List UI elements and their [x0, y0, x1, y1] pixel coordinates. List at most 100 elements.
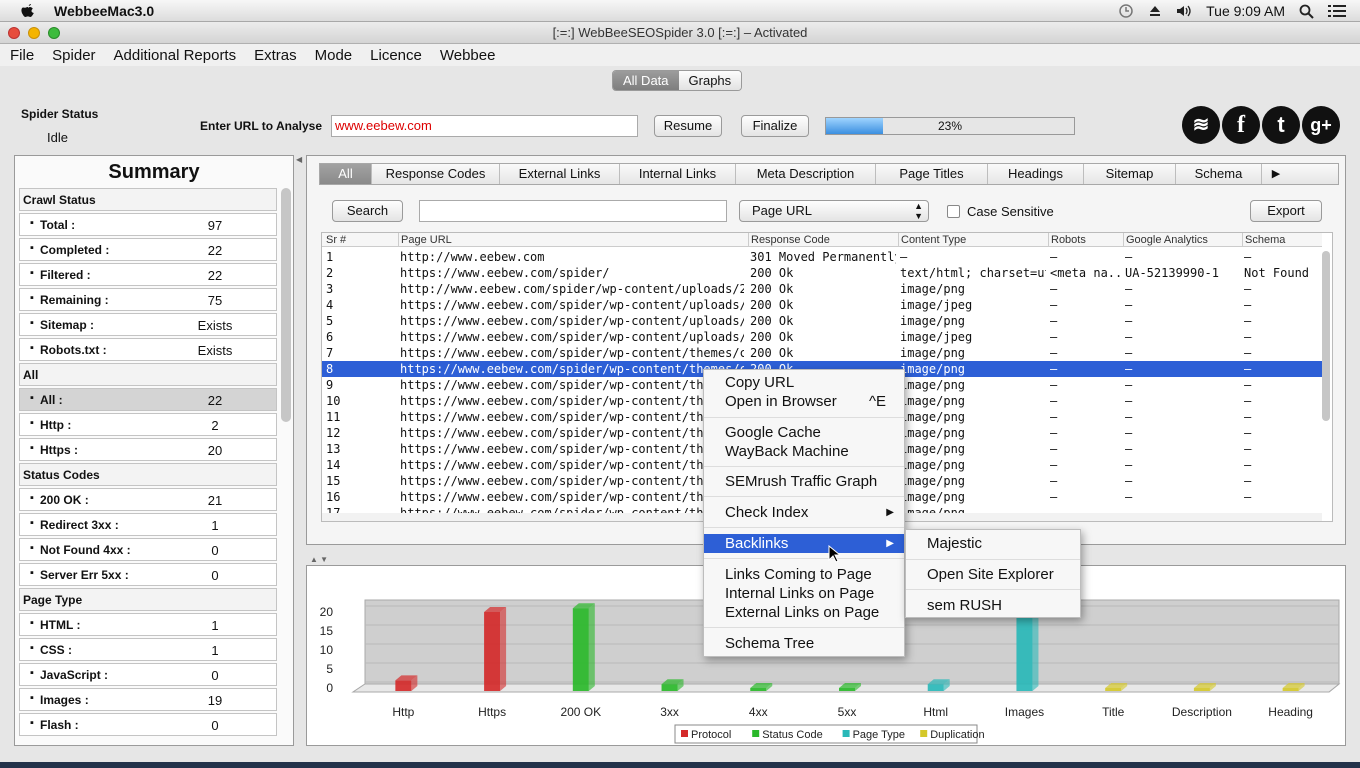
tabs-scroll-right-icon[interactable]: ▶	[1262, 164, 1290, 184]
wayback-machine-item[interactable]: WayBack Machine	[704, 442, 904, 461]
buffer-icon[interactable]: ≋	[1182, 106, 1220, 144]
summary-row[interactable]: Server Err 5xx : 0 ▪	[19, 563, 277, 586]
search-input[interactable]	[419, 200, 727, 222]
menu-extras[interactable]: Extras	[245, 47, 306, 64]
menu-licence[interactable]: Licence	[361, 47, 431, 64]
column-header[interactable]: Robots	[1048, 233, 1120, 247]
google-cache-item[interactable]: Google Cache	[704, 423, 904, 442]
apple-icon[interactable]	[20, 3, 36, 19]
summary-row[interactable]: JavaScript : 0 ▪	[19, 663, 277, 686]
search-button[interactable]: Search	[332, 200, 403, 222]
menu-webbee[interactable]: Webbee	[431, 47, 505, 64]
column-header[interactable]: Content Type	[898, 233, 1046, 247]
menu-file[interactable]: File	[0, 47, 43, 64]
summary-row[interactable]: Filtered : 22 ▪	[19, 263, 277, 286]
semrush-traffic-graph-item[interactable]: SEMrush Traffic Graph	[704, 472, 904, 491]
time-machine-icon[interactable]	[1118, 3, 1134, 19]
twitter-icon[interactable]: t	[1262, 106, 1300, 144]
eject-icon[interactable]	[1148, 4, 1162, 18]
summary-row-value: 19	[207, 693, 223, 708]
tab-all[interactable]: All	[320, 164, 372, 184]
summary-section-header[interactable]: All	[19, 363, 277, 386]
tab-internal-links[interactable]: Internal Links	[620, 164, 736, 184]
bullet-icon: ▪	[30, 417, 34, 429]
table-row[interactable]: 7 https://www.eebew.com/spider/wp-content…	[322, 345, 1322, 361]
resume-button[interactable]: Resume	[654, 115, 722, 137]
context-menu: Copy URL Open in Browser ^E Google Cache …	[703, 369, 905, 657]
menu-additional-reports[interactable]: Additional Reports	[105, 47, 246, 64]
summary-row[interactable]: Http : 2 ▪	[19, 413, 277, 436]
summary-scrollbar[interactable]	[281, 188, 291, 422]
google-plus-icon[interactable]: g+	[1302, 106, 1340, 144]
copy-url-item[interactable]: Copy URL	[704, 373, 904, 392]
menu-spider[interactable]: Spider	[43, 47, 104, 64]
column-header[interactable]: Google Analytics	[1123, 233, 1239, 247]
links-coming-to-page-item[interactable]: Links Coming to Page	[704, 565, 904, 584]
table-row[interactable]: 4 https://www.eebew.com/spider/wp-content…	[322, 297, 1322, 313]
tab-meta-description[interactable]: Meta Description	[736, 164, 876, 184]
all-data-toggle[interactable]: All Data	[613, 71, 679, 90]
search-field-dropdown[interactable]: Page URL ▲ ▼	[739, 200, 929, 222]
tab-page-titles[interactable]: Page Titles	[876, 164, 988, 184]
column-header[interactable]: Schema	[1242, 233, 1322, 247]
url-input[interactable]: www.eebew.com	[331, 115, 638, 137]
clock-text[interactable]: Tue 9:09 AM	[1206, 3, 1285, 19]
summary-row[interactable]: HTML : 1 ▪	[19, 613, 277, 636]
summary-row[interactable]: Redirect 3xx : 1 ▪	[19, 513, 277, 536]
graphs-toggle[interactable]: Graphs	[678, 71, 742, 90]
summary-row[interactable]: Robots.txt : Exists ▪	[19, 338, 277, 361]
summary-row[interactable]: Total : 97 ▪	[19, 213, 277, 236]
summary-row[interactable]: Sitemap : Exists ▪	[19, 313, 277, 336]
summary-section-header[interactable]: Page Type	[19, 588, 277, 611]
backlinks-item[interactable]: Backlinks ▶	[704, 534, 904, 553]
summary-row[interactable]: Flash : 0 ▪	[19, 713, 277, 736]
notification-list-icon[interactable]	[1328, 4, 1346, 18]
summary-row[interactable]: Completed : 22 ▪	[19, 238, 277, 261]
summary-row[interactable]: Https : 20 ▪	[19, 438, 277, 461]
tab-headings[interactable]: Headings	[988, 164, 1084, 184]
summary-section-header[interactable]: Status Codes	[19, 463, 277, 486]
tab-response-codes[interactable]: Response Codes	[372, 164, 500, 184]
semrush-item[interactable]: sem RUSH	[906, 596, 1080, 615]
summary-row[interactable]: Not Found 4xx : 0 ▪	[19, 538, 277, 561]
table-row[interactable]: 5 https://www.eebew.com/spider/wp-content…	[322, 313, 1322, 329]
tab-sitemap[interactable]: Sitemap	[1084, 164, 1176, 184]
close-window-icon[interactable]	[8, 27, 20, 39]
facebook-icon[interactable]: f	[1222, 106, 1260, 144]
column-header[interactable]: Response Code	[748, 233, 896, 247]
summary-section-header[interactable]: Crawl Status	[19, 188, 277, 211]
finalize-button[interactable]: Finalize	[741, 115, 809, 137]
tab-external-links[interactable]: External Links	[500, 164, 620, 184]
search-field-value: Page URL	[752, 203, 812, 218]
divider-arrows-icon[interactable]: ▲ ▼	[310, 555, 328, 564]
table-row[interactable]: 6 https://www.eebew.com/spider/wp-content…	[322, 329, 1322, 345]
case-sensitive-checkbox[interactable]	[947, 205, 960, 218]
menu-mode[interactable]: Mode	[306, 47, 362, 64]
check-index-item[interactable]: Check Index ▶	[704, 503, 904, 522]
splitter[interactable]: ◀	[296, 155, 304, 746]
internal-links-on-page-item[interactable]: Internal Links on Page	[704, 584, 904, 603]
summary-row[interactable]: CSS : 1 ▪	[19, 638, 277, 661]
open-in-browser-item[interactable]: Open in Browser ^E	[704, 392, 904, 411]
export-button[interactable]: Export	[1250, 200, 1322, 222]
minimize-window-icon[interactable]	[28, 27, 40, 39]
volume-icon[interactable]	[1176, 4, 1192, 18]
spotlight-search-icon[interactable]	[1299, 4, 1314, 19]
majestic-item[interactable]: Majestic	[906, 534, 1080, 553]
tab-schema[interactable]: Schema	[1176, 164, 1262, 184]
zoom-window-icon[interactable]	[48, 27, 60, 39]
table-row[interactable]: 1 http://www.eebew.com 301 Moved Permanent…	[322, 249, 1322, 265]
column-header[interactable]: Sr #	[324, 233, 394, 247]
table-vertical-scrollbar[interactable]	[1322, 251, 1330, 421]
summary-row[interactable]: All : 22 ▪	[19, 388, 277, 411]
external-links-on-page-item[interactable]: External Links on Page	[704, 603, 904, 622]
column-header[interactable]: Page URL	[398, 233, 744, 247]
schema-tree-item[interactable]: Schema Tree	[704, 634, 904, 653]
summary-row[interactable]: Remaining : 75 ▪	[19, 288, 277, 311]
table-row[interactable]: 2 https://www.eebew.com/spider/200 Ok text…	[322, 265, 1322, 281]
summary-row[interactable]: 200 OK : 21 ▪	[19, 488, 277, 511]
summary-row[interactable]: Images : 19 ▪	[19, 688, 277, 711]
app-name[interactable]: WebbeeMac3.0	[54, 3, 154, 19]
open-site-explorer-item[interactable]: Open Site Explorer	[906, 565, 1080, 584]
table-row[interactable]: 3 http://www.eebew.com/spider/wp-content/…	[322, 281, 1322, 297]
